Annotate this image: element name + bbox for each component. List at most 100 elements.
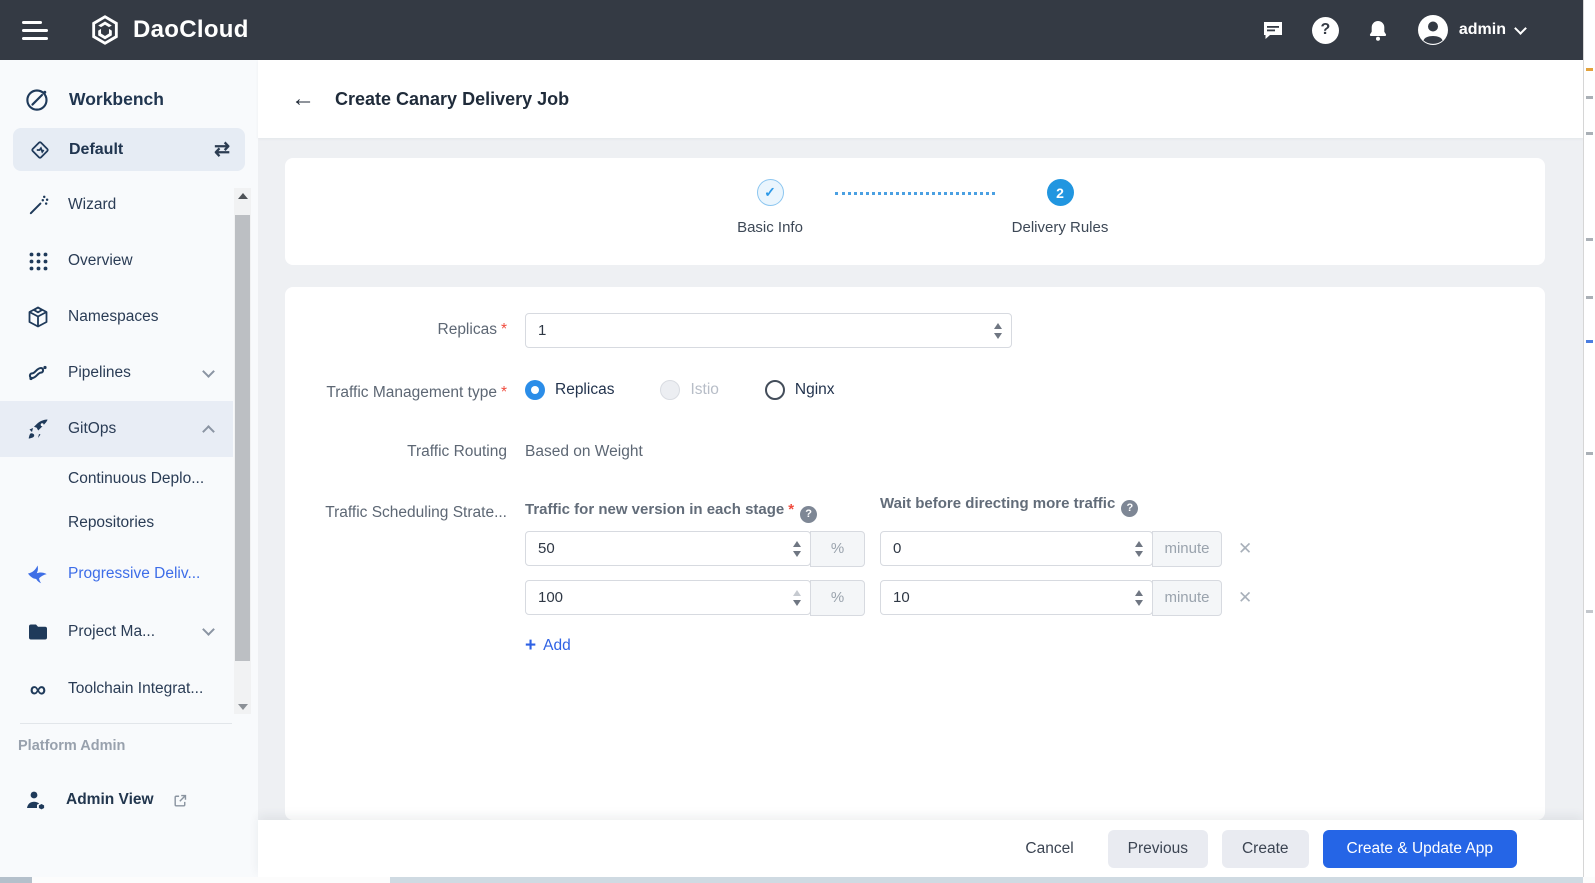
chat-icon[interactable] xyxy=(1261,18,1285,42)
scrollbar-segment xyxy=(0,877,32,883)
sidebar-item-overview[interactable]: Overview xyxy=(0,233,233,289)
top-bar: DaoCloud ? admin xyxy=(0,0,1583,60)
form-card: Replicas * Traffic Management type* Repli… xyxy=(285,287,1545,820)
main-content: ← Create Canary Delivery Job ✓ Basic Inf… xyxy=(258,60,1583,883)
percent-unit: % xyxy=(810,580,865,616)
traffic-percent-input[interactable] xyxy=(525,531,811,566)
traffic-value-field[interactable] xyxy=(526,581,784,614)
add-stage-button[interactable]: + Add xyxy=(525,636,571,655)
minute-unit: minute xyxy=(1152,531,1222,567)
create-button[interactable]: Create xyxy=(1222,830,1309,868)
decrement-button[interactable] xyxy=(793,551,801,557)
sidebar: Workbench Default ⇄ Wizard Overview Name… xyxy=(0,60,258,883)
plus-icon: + xyxy=(525,636,536,655)
chevron-up-icon xyxy=(202,425,215,438)
sidebar-item-namespaces[interactable]: Namespaces xyxy=(0,289,233,345)
scroll-up-button[interactable] xyxy=(234,188,251,203)
cancel-button[interactable]: Cancel xyxy=(1005,830,1093,868)
increment-button[interactable] xyxy=(793,590,801,596)
overview-grid-icon xyxy=(26,249,50,273)
progressive-delivery-bird-icon xyxy=(26,562,50,586)
create-and-update-button[interactable]: Create & Update App xyxy=(1323,830,1518,868)
previous-button[interactable]: Previous xyxy=(1108,830,1208,868)
sidebar-item-toolchain-integration[interactable]: ∞ Toolchain Integrat... xyxy=(0,661,233,717)
workspace-icon xyxy=(28,138,52,162)
scheduling-label: Traffic Scheduling Strate... xyxy=(285,504,507,522)
sidebar-item-pipelines[interactable]: Pipelines xyxy=(0,345,233,401)
required-asterisk: * xyxy=(501,321,507,338)
increment-button[interactable] xyxy=(994,323,1002,329)
step-label: Basic Info xyxy=(737,219,803,236)
step-delivery-rules[interactable]: 2 Delivery Rules xyxy=(995,179,1125,236)
sidebar-item-admin-view[interactable]: Admin View xyxy=(24,788,189,812)
folder-icon xyxy=(26,620,50,644)
gitops-rocket-icon xyxy=(26,417,50,441)
menu-toggle-icon[interactable] xyxy=(22,16,48,45)
step-connector xyxy=(835,192,995,236)
workspace-selector[interactable]: Default ⇄ xyxy=(13,128,245,171)
workbench-label: Workbench xyxy=(69,89,164,110)
help-icon[interactable]: ? xyxy=(1312,17,1339,44)
wizard-icon xyxy=(26,193,50,217)
chevron-down-icon xyxy=(202,623,215,636)
delete-row-icon[interactable]: ✕ xyxy=(1238,539,1252,559)
traffic-percent-input[interactable] xyxy=(525,580,811,615)
platform-admin-section-label: Platform Admin xyxy=(18,738,125,754)
username: admin xyxy=(1459,21,1506,39)
traffic-column-header: Traffic for new version in each stage*? xyxy=(525,501,817,523)
wait-time-input[interactable] xyxy=(880,531,1153,566)
brand-name: DaoCloud xyxy=(133,16,249,44)
decrement-button[interactable] xyxy=(793,600,801,606)
sidebar-item-progressive-delivery[interactable]: Progressive Deliv... xyxy=(0,545,233,603)
wait-column-header: Wait before directing more traffic? xyxy=(880,495,1138,517)
traffic-value-field[interactable] xyxy=(526,532,784,565)
admin-view-label: Admin View xyxy=(66,791,154,809)
sidebar-item-repositories[interactable]: Repositories xyxy=(0,501,233,545)
scrollbar-thumb[interactable] xyxy=(390,877,1583,883)
help-icon[interactable]: ? xyxy=(800,506,817,523)
user-menu[interactable]: admin xyxy=(1417,14,1525,46)
page-header: ← Create Canary Delivery Job xyxy=(258,60,1583,138)
decrement-button[interactable] xyxy=(994,333,1002,339)
wait-time-input[interactable] xyxy=(880,580,1153,615)
radio-nginx[interactable]: Nginx xyxy=(765,380,835,400)
back-arrow-icon[interactable]: ← xyxy=(291,87,315,111)
sidebar-item-continuous-deployment[interactable]: Continuous Deplo... xyxy=(0,457,233,501)
replicas-input[interactable] xyxy=(525,313,1012,348)
daocloud-logo-icon xyxy=(88,13,122,47)
sidebar-item-wizard[interactable]: Wizard xyxy=(0,177,233,233)
scroll-down-button[interactable] xyxy=(234,699,251,714)
sidebar-item-gitops[interactable]: GitOps xyxy=(0,401,233,457)
sidebar-scrollbar[interactable] xyxy=(234,188,251,714)
replicas-value-field[interactable] xyxy=(526,314,985,347)
sidebar-item-project-management[interactable]: Project Ma... xyxy=(0,603,233,661)
traffic-type-label: Traffic Management type* xyxy=(285,384,507,402)
help-icon[interactable]: ? xyxy=(1121,500,1138,517)
traffic-type-radio-group: Replicas Istio Nginx xyxy=(525,380,835,400)
workbench-header: Workbench xyxy=(0,60,258,113)
increment-button[interactable] xyxy=(793,541,801,547)
traffic-routing-label: Traffic Routing xyxy=(285,443,507,461)
footer-actions: Cancel Previous Create Create & Update A… xyxy=(258,820,1583,877)
scrollbar-thumb[interactable] xyxy=(235,215,250,661)
pipelines-icon xyxy=(26,361,50,385)
stepper-card: ✓ Basic Info 2 Delivery Rules xyxy=(285,158,1545,265)
radio-istio: Istio xyxy=(660,380,718,400)
horizontal-scrollbar[interactable] xyxy=(0,877,1595,883)
required-asterisk: * xyxy=(501,384,507,401)
decrement-button[interactable] xyxy=(1135,600,1143,606)
wait-value-field[interactable] xyxy=(881,581,1126,614)
chevron-down-icon xyxy=(1514,22,1527,35)
delete-row-icon[interactable]: ✕ xyxy=(1238,588,1252,608)
increment-button[interactable] xyxy=(1135,541,1143,547)
window-edge-artifact xyxy=(1583,0,1595,883)
sidebar-menu: Wizard Overview Namespaces Pipelines xyxy=(0,177,233,717)
step-basic-info[interactable]: ✓ Basic Info xyxy=(705,179,835,236)
switch-workspace-icon[interactable]: ⇄ xyxy=(214,138,230,161)
wait-value-field[interactable] xyxy=(881,532,1126,565)
radio-replicas[interactable]: Replicas xyxy=(525,380,614,400)
decrement-button[interactable] xyxy=(1135,551,1143,557)
notifications-bell-icon[interactable] xyxy=(1366,18,1390,42)
external-link-icon xyxy=(172,792,189,809)
increment-button[interactable] xyxy=(1135,590,1143,596)
